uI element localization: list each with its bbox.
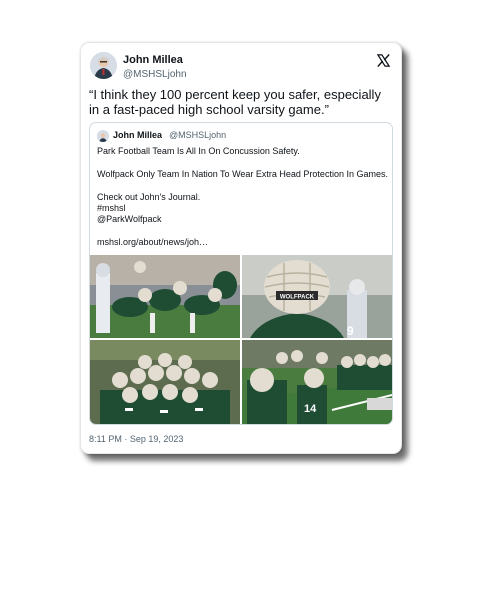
author-avatar[interactable] (90, 52, 117, 79)
quoted-author-handle: @MSHSLjohn (169, 130, 227, 140)
jersey-number: 14 (304, 403, 317, 415)
quoted-subheadline: Wolfpack Only Team In Nation To Wear Ext… (97, 169, 388, 179)
photo-helmet-closeup[interactable]: WOLFPACK 9 (242, 255, 392, 338)
photo-line-of-scrimmage[interactable] (90, 255, 240, 338)
photo-grid: WOLFPACK 9 14 (90, 255, 392, 424)
x-logo-icon[interactable] (376, 53, 391, 68)
mention-link[interactable]: @ParkWolfpack (97, 214, 162, 225)
photo-team-huddle[interactable] (90, 340, 240, 424)
hashtag-link[interactable]: #mshsl (97, 203, 126, 214)
quoted-cta-text: Check out John's Journal. (97, 192, 201, 202)
tweet-timestamp[interactable]: 8:11 PM · Sep 19, 2023 (89, 434, 183, 444)
author-name[interactable]: John Millea (123, 54, 183, 66)
photo-taking-the-field[interactable]: 14 (242, 340, 392, 424)
tweet-text: “I think they 100 percent keep you safer… (89, 87, 381, 117)
jersey-number: 9 (347, 324, 354, 338)
helmet-lettering: WOLFPACK (280, 295, 315, 301)
tweet-card[interactable]: John Millea @MSHSLjohn “I think they 100… (80, 42, 402, 454)
quoted-headline: Park Football Team Is All In On Concussi… (97, 146, 300, 156)
quoted-tweet[interactable]: John Millea @MSHSLjohn Park Football Tea… (89, 122, 393, 425)
quoted-author-name: John Millea (113, 130, 163, 140)
article-link[interactable]: mshsl.org/about/news/joh… (97, 237, 208, 248)
author-handle[interactable]: @MSHSLjohn (123, 69, 187, 80)
quoted-author-avatar (97, 130, 109, 142)
